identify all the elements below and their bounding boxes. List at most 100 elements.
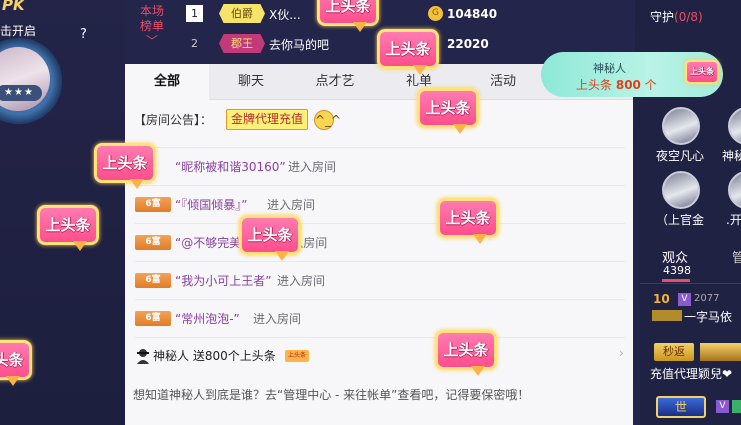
rank-number: 2 bbox=[191, 37, 198, 50]
guard-count: (0/8) bbox=[674, 10, 703, 24]
message-user-name[interactable]: “昵称被和谐30160” bbox=[175, 158, 286, 175]
headline-text: 上头条 bbox=[325, 0, 371, 15]
guard-member-name: （上官金 bbox=[656, 213, 705, 227]
message-user-name[interactable]: “@不够完美 bbox=[175, 234, 241, 251]
audience-count: 4398 bbox=[663, 264, 691, 277]
ranking-title[interactable]: 本场榜单 ﹀ bbox=[137, 4, 167, 49]
pk-label[interactable]: PK bbox=[2, 0, 25, 14]
tab-talent[interactable]: 点才艺 bbox=[293, 64, 377, 100]
vip-icon: V bbox=[716, 400, 729, 413]
headline-sticker: 上头条 bbox=[94, 143, 156, 191]
chevron-right-icon[interactable]: › bbox=[619, 346, 624, 360]
vip-icon: V bbox=[678, 293, 691, 306]
mystery-tip: 想知道神秘人到底是谁？去“管理中心 - 来往帐单”查看吧，记得要保密哦！ bbox=[133, 388, 530, 402]
list-item: 6富 “我为小可上王者” 进入房间 bbox=[135, 261, 625, 299]
rank-number: 1 bbox=[186, 5, 203, 22]
gift-message-text: 神秘人 送800个上头条 bbox=[153, 349, 276, 363]
live-room-screen: { "host": { "pk_label": "PK", "caption":… bbox=[0, 0, 741, 425]
headline-text: 上头条 bbox=[690, 67, 714, 76]
level-badge: 6富 bbox=[135, 273, 171, 288]
rank-user-name: X伙... bbox=[269, 8, 301, 22]
guard-member-name: 神秘 bbox=[722, 149, 741, 163]
tab-chat[interactable]: 聊天 bbox=[209, 64, 293, 100]
badge-icon bbox=[732, 400, 741, 413]
avatar[interactable] bbox=[662, 171, 700, 209]
gift-name: 上头条 bbox=[576, 78, 613, 92]
headline-text: 上头条 bbox=[443, 341, 489, 359]
ranking-title-text: 本场榜单 bbox=[139, 4, 164, 33]
headline-gift-icon: 上头条 bbox=[685, 60, 719, 88]
level-badge: 6富 bbox=[135, 197, 171, 212]
message-text: 进入房间 bbox=[288, 160, 337, 174]
host-caption: 击开启 bbox=[0, 24, 37, 38]
headline-sticker: 上头条 bbox=[437, 198, 499, 246]
coin-icon: G bbox=[428, 6, 443, 21]
guard-member-name: .开 bbox=[726, 213, 741, 227]
guard-member-name: 夜空凡心 bbox=[656, 149, 705, 163]
rank-score: 104840 bbox=[447, 7, 498, 21]
level-badge: 10 bbox=[653, 292, 670, 306]
gift-message: 神秘人 送800个上头条 上头条 bbox=[135, 337, 625, 375]
headline-sticker: 上头条 bbox=[317, 0, 379, 34]
announcement-label: 【房间公告】： bbox=[134, 113, 213, 127]
message-text: 进入房间 bbox=[253, 312, 302, 326]
message-user-name[interactable]: “常州泡泡-” bbox=[175, 310, 240, 327]
headline-text: 上头条 bbox=[0, 351, 24, 369]
help-icon[interactable]: ? bbox=[80, 27, 87, 42]
headline-gift-icon: 上头条 bbox=[285, 350, 309, 362]
audience-name: 充值代理颖兒❤ bbox=[650, 367, 733, 381]
badge-bar bbox=[700, 343, 741, 361]
level-badge: 世 bbox=[656, 396, 706, 418]
list-item: 6富 “@不够完美 ”进入房间 bbox=[135, 223, 625, 261]
headline-sticker: 上头条 bbox=[417, 88, 479, 136]
mystery-gift-sender: 神秘人 bbox=[593, 62, 626, 75]
audience-row[interactable]: 秒返 充值代理颖兒❤ bbox=[650, 343, 741, 381]
mystery-person-icon bbox=[137, 349, 149, 364]
headline-text: 上头条 bbox=[45, 216, 91, 234]
message-text: 进入房间 bbox=[277, 274, 326, 288]
gift-unit: 个 bbox=[644, 78, 657, 92]
avatar[interactable] bbox=[728, 171, 741, 209]
headline-text: 上头条 bbox=[247, 226, 293, 244]
ranking-row[interactable]: 1 伯爵 X伙... G 104840 bbox=[183, 2, 633, 26]
chat-panel: 全部 聊天 点才艺 礼单 活动 【房间公告】： 金牌代理充值 ^_^ “昵称被和… bbox=[125, 64, 633, 425]
headline-text: 上头条 bbox=[445, 209, 491, 227]
headline-sticker: 上头条 bbox=[239, 215, 301, 263]
badge-bar bbox=[652, 310, 682, 321]
tab-manager[interactable]: 管 bbox=[732, 247, 741, 266]
message-text: 进入房间 bbox=[267, 198, 316, 212]
announcement-tag[interactable]: 金牌代理充值 bbox=[226, 109, 309, 130]
active-tab-indicator bbox=[662, 279, 690, 282]
avatar[interactable] bbox=[662, 107, 700, 145]
message-user-name[interactable]: “『倾国倾暴』” bbox=[175, 196, 247, 213]
rank-title-badge: 郡王 bbox=[219, 34, 265, 53]
audience-name: 一字马依 bbox=[684, 310, 733, 324]
rank-title-badge: 伯爵 bbox=[219, 4, 265, 23]
headline-sticker: 上头条 bbox=[0, 340, 32, 388]
star-rating: ★★★ bbox=[0, 85, 42, 101]
mystery-gift-banner[interactable]: 神秘人 上头条 800 个 上头条 bbox=[541, 52, 723, 97]
audience-row[interactable]: 10 V 2077 一字马依 bbox=[650, 290, 741, 324]
headline-text: 上头条 bbox=[425, 99, 471, 117]
rank-user-name: 去你马的吧 bbox=[269, 38, 330, 52]
level-badge: 秒返 bbox=[654, 343, 694, 361]
message-user-name[interactable]: “我为小可上王者” bbox=[175, 272, 271, 289]
mystery-gift-text: 上头条 800 个 bbox=[576, 76, 657, 93]
avatar[interactable] bbox=[728, 107, 741, 145]
list-item: 6富 “『倾国倾暴』” 进入房间 bbox=[135, 185, 625, 223]
headline-text: 上头条 bbox=[102, 154, 148, 172]
user-id: 2077 bbox=[694, 293, 720, 304]
headline-sticker: 上头条 bbox=[377, 29, 439, 77]
guard-title-text: 守护 bbox=[650, 10, 675, 24]
list-item: 6富 “常州泡泡-” 进入房间 bbox=[135, 299, 625, 337]
headline-text: 上头条 bbox=[385, 40, 431, 58]
chevron-down-icon[interactable]: ﹀ bbox=[146, 34, 158, 48]
tab-all[interactable]: 全部 bbox=[125, 64, 209, 100]
level-badge: 6富 bbox=[135, 235, 171, 250]
gift-count: 800 bbox=[615, 78, 641, 92]
grin-emoji-icon: ^_^ bbox=[314, 110, 341, 130]
audience-row[interactable]: 世 V bbox=[650, 396, 741, 420]
list-item: “昵称被和谐30160” 进入房间 bbox=[135, 147, 625, 185]
audience-tabs: 观众 4398 管 bbox=[640, 238, 741, 284]
guard-title: 守护(0/8) bbox=[650, 8, 703, 25]
